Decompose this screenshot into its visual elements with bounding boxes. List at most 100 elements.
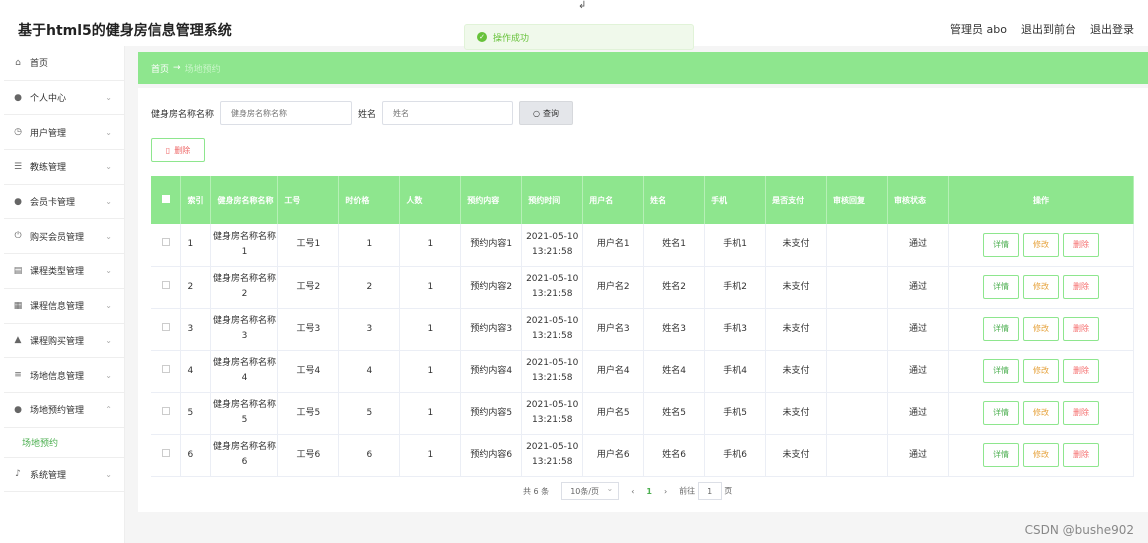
pagination: 共 6 条 10条/页 ‹ 1 › 前往 1 页	[523, 482, 732, 500]
col-header[interactable]: 审核状态	[887, 176, 949, 224]
select-all-checkbox[interactable]	[161, 195, 170, 203]
name-input[interactable]	[382, 101, 514, 125]
cell-time: 13:21:58	[532, 457, 573, 467]
cell-time: 13:21:58	[532, 289, 573, 299]
delete-button[interactable]: 删除	[1062, 317, 1099, 341]
delete-button[interactable]: 删除	[1062, 275, 1099, 299]
logout-link[interactable]: 退出登录	[1090, 21, 1134, 37]
breadcrumb-arrow: →	[173, 63, 181, 73]
sidebar-item-users[interactable]: ◷ 用户管理 ⌄	[4, 115, 124, 151]
sidebar-item-cards[interactable]: ● 会员卡管理 ⌄	[4, 185, 124, 220]
breadcrumb-home[interactable]: 首页	[151, 62, 169, 75]
view-button[interactable]: 详情	[982, 275, 1019, 299]
col-header[interactable]: 手机	[704, 176, 767, 224]
col-header[interactable]: 时价格	[338, 176, 401, 224]
chevron-down-icon: ⌄	[105, 197, 112, 207]
sidebar-subitem-venue-booking[interactable]: 场地预约	[4, 428, 124, 458]
cell-time: 13:21:58	[532, 373, 573, 383]
delete-button[interactable]: 删除	[1062, 443, 1099, 467]
back-to-front-link[interactable]: 退出到前台	[1021, 21, 1076, 37]
col-header[interactable]: 用户名	[582, 176, 645, 224]
cell-reply	[826, 350, 888, 393]
sidebar-item-venue-booking[interactable]: ● 场地预约管理 ⌃	[4, 393, 124, 428]
sidebar-item-label: 教练管理	[30, 163, 67, 174]
select-all-cell[interactable]	[151, 176, 182, 224]
col-header[interactable]: 工号	[277, 176, 340, 224]
view-button[interactable]: 详情	[982, 443, 1019, 467]
cell-username: 用户名4	[582, 350, 645, 393]
sidebar-item-course-info[interactable]: ▦ 课程信息管理 ⌄	[4, 289, 124, 324]
view-button[interactable]: 详情	[982, 232, 1019, 257]
col-header[interactable]: 人数	[399, 176, 462, 224]
edit-button[interactable]: 修改	[1022, 401, 1059, 425]
row-select-cell	[151, 224, 182, 267]
row-checkbox[interactable]	[161, 280, 170, 289]
search-icon: ○	[533, 108, 541, 118]
table-row: 1 健身房名称名称1 工号1 1 1 预约内容1 2021-05-10 13:21:58 用户名…	[151, 224, 1135, 267]
col-header[interactable]: 预约时间	[521, 176, 584, 224]
delete-button[interactable]: 删除	[1062, 401, 1099, 425]
col-header[interactable]: 健身房名称名称	[210, 176, 279, 224]
next-page-button[interactable]: ›	[664, 487, 667, 496]
sidebar-item-coaches[interactable]: ☰ 教练管理 ⌄	[4, 150, 124, 185]
gym-name-input[interactable]	[220, 101, 353, 125]
cell-actions: 详情 修改 删除	[948, 266, 1135, 309]
doc-icon: ▦	[13, 300, 23, 311]
row-checkbox[interactable]	[161, 322, 170, 331]
table-row: 2 健身房名称名称2 工号2 2 1 预约内容2 2021-05-10 13:21:58 用户名…	[151, 266, 1135, 309]
row-checkbox[interactable]	[161, 406, 170, 415]
cell-reply	[826, 434, 888, 477]
view-button[interactable]: 详情	[982, 359, 1019, 383]
sidebar-item-course-purchase[interactable]: ▲ 课程购买管理 ⌄	[4, 324, 124, 359]
booking-table: 索引 健身房名称名称 工号 时价格 人数 预约内容 预约时间 用户名 姓名 手机…	[151, 176, 1135, 477]
col-header[interactable]: 是否支付	[765, 176, 828, 224]
sidebar-item-buy-member[interactable]: ⏻ 购买会员管理 ⌄	[4, 219, 124, 255]
view-button[interactable]: 详情	[982, 401, 1019, 425]
cell-date: 2021-05-10	[526, 231, 579, 242]
view-button[interactable]: 详情	[982, 317, 1019, 341]
edit-button[interactable]: 修改	[1022, 443, 1059, 467]
sidebar-item-venue-info[interactable]: ≡ 场地信息管理 ⌄	[4, 358, 124, 393]
row-checkbox[interactable]	[161, 238, 170, 247]
cell-paid: 未支付	[765, 266, 828, 309]
edit-button[interactable]: 修改	[1022, 359, 1059, 383]
col-header[interactable]: 姓名	[643, 176, 706, 224]
cell-paid: 未支付	[765, 224, 828, 267]
goto-input[interactable]: 1	[697, 482, 722, 500]
cell-time: 13:21:58	[532, 415, 573, 425]
col-header[interactable]: 索引	[180, 176, 212, 224]
row-checkbox[interactable]	[161, 364, 170, 373]
col-header[interactable]: 审核回复	[826, 176, 888, 224]
sliders-icon: ☰	[13, 161, 23, 172]
delete-button[interactable]: 删除	[1062, 232, 1099, 257]
sidebar-item-system[interactable]: ♪ 系统管理 ⌄	[4, 458, 124, 493]
col-header[interactable]: 预约内容	[460, 176, 523, 224]
edit-button[interactable]: 修改	[1022, 317, 1059, 341]
page-number[interactable]: 1	[646, 487, 652, 496]
row-checkbox[interactable]	[161, 448, 170, 457]
search-button[interactable]: ○ 查询	[519, 101, 574, 125]
chevron-down-icon: ⌄	[105, 127, 112, 137]
cell-index: 5	[180, 392, 212, 435]
sidebar-item-profile[interactable]: ● 个人中心 ⌄	[4, 81, 124, 116]
chevron-down-icon: ⌄	[105, 370, 112, 380]
sidebar-item-label: 个人中心	[30, 94, 67, 105]
sidebar-item-label: 系统管理	[30, 470, 67, 481]
page-size-select[interactable]: 10条/页	[561, 482, 620, 500]
cell-phone: 手机4	[704, 350, 767, 393]
delete-button[interactable]: 删除	[1062, 359, 1099, 383]
edit-button[interactable]: 修改	[1022, 275, 1059, 299]
sidebar-item-course-types[interactable]: ▤ 课程类型管理 ⌄	[4, 254, 124, 289]
cell-index: 2	[180, 266, 212, 309]
page-unit: 页	[724, 486, 733, 496]
batch-delete-button[interactable]: ▯ 删除	[151, 138, 205, 162]
row-select-cell	[151, 350, 182, 393]
cell-actions: 详情 修改 删除	[948, 308, 1135, 351]
cell-status: 通过	[887, 308, 949, 351]
edit-button[interactable]: 修改	[1022, 232, 1059, 257]
cell-reply	[826, 224, 888, 267]
breadcrumb: 首页 → 场地预约	[138, 52, 1148, 84]
cell-employee-no: 工号1	[277, 224, 340, 267]
sidebar-item-home[interactable]: ⌂ 首页	[4, 46, 124, 81]
prev-page-button[interactable]: ‹	[631, 487, 634, 496]
